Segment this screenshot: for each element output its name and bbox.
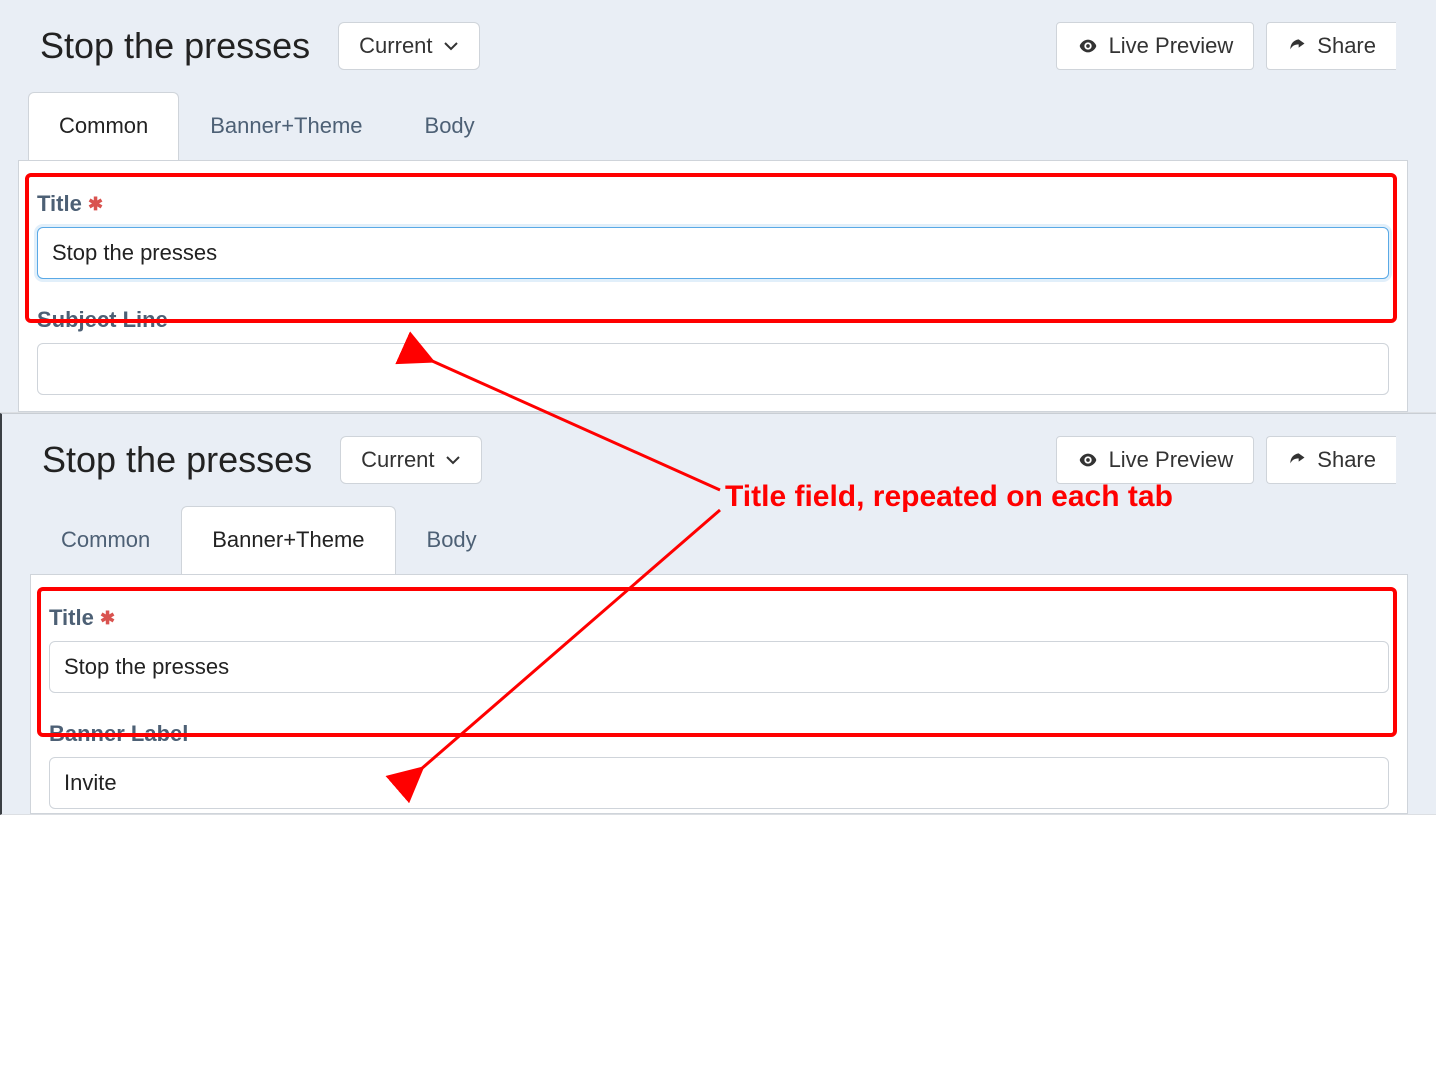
banner-label-input[interactable] bbox=[49, 757, 1389, 809]
page-title: Stop the presses bbox=[40, 26, 310, 66]
version-dropdown[interactable]: Current bbox=[338, 22, 479, 70]
page-header: Stop the presses Current Live Preview bbox=[2, 414, 1436, 506]
eye-icon bbox=[1077, 449, 1099, 471]
tab-common[interactable]: Common bbox=[30, 506, 181, 575]
subject-input[interactable] bbox=[37, 343, 1389, 395]
eye-icon bbox=[1077, 35, 1099, 57]
title-label: Title ✱ bbox=[37, 191, 1389, 217]
chevron-down-icon bbox=[445, 452, 461, 468]
required-asterisk: ✱ bbox=[100, 608, 115, 628]
chevron-down-icon bbox=[443, 38, 459, 54]
banner-label-label: Banner Label bbox=[49, 721, 1389, 747]
share-icon bbox=[1287, 36, 1307, 56]
tab-body[interactable]: Body bbox=[394, 92, 506, 161]
version-label: Current bbox=[359, 33, 432, 59]
share-button[interactable]: Share bbox=[1266, 22, 1396, 70]
tab-banner-theme[interactable]: Banner+Theme bbox=[179, 92, 393, 161]
field-title: Title ✱ bbox=[49, 605, 1389, 693]
field-title: Title ✱ bbox=[37, 191, 1389, 279]
page-header: Stop the presses Current Live Preview bbox=[0, 0, 1436, 92]
version-dropdown[interactable]: Current bbox=[340, 436, 481, 484]
page-title: Stop the presses bbox=[42, 440, 312, 480]
share-label: Share bbox=[1317, 33, 1376, 59]
form-area-banner-theme: Title ✱ Banner Label bbox=[30, 574, 1408, 814]
form-area-common: Title ✱ Subject Line bbox=[18, 160, 1408, 412]
tab-body[interactable]: Body bbox=[396, 506, 508, 575]
field-subject-line: Subject Line bbox=[37, 307, 1389, 395]
tab-common[interactable]: Common bbox=[28, 92, 179, 161]
title-input[interactable] bbox=[49, 641, 1389, 693]
title-label: Title ✱ bbox=[49, 605, 1389, 631]
tabs-bar: Common Banner+Theme Body bbox=[2, 506, 1436, 574]
editor-panel-banner-theme: Stop the presses Current Live Preview bbox=[0, 413, 1436, 815]
subject-label: Subject Line bbox=[37, 307, 1389, 333]
tab-banner-theme[interactable]: Banner+Theme bbox=[181, 506, 395, 575]
live-preview-label: Live Preview bbox=[1109, 447, 1234, 473]
version-label: Current bbox=[361, 447, 434, 473]
editor-panel-common: Stop the presses Current Live Preview bbox=[0, 0, 1436, 413]
required-asterisk: ✱ bbox=[88, 194, 103, 214]
field-banner-label: Banner Label bbox=[49, 721, 1389, 809]
live-preview-label: Live Preview bbox=[1109, 33, 1234, 59]
share-label: Share bbox=[1317, 447, 1376, 473]
live-preview-button[interactable]: Live Preview bbox=[1056, 22, 1255, 70]
share-button[interactable]: Share bbox=[1266, 436, 1396, 484]
tabs-bar: Common Banner+Theme Body bbox=[0, 92, 1436, 160]
share-icon bbox=[1287, 450, 1307, 470]
title-input[interactable] bbox=[37, 227, 1389, 279]
live-preview-button[interactable]: Live Preview bbox=[1056, 436, 1255, 484]
